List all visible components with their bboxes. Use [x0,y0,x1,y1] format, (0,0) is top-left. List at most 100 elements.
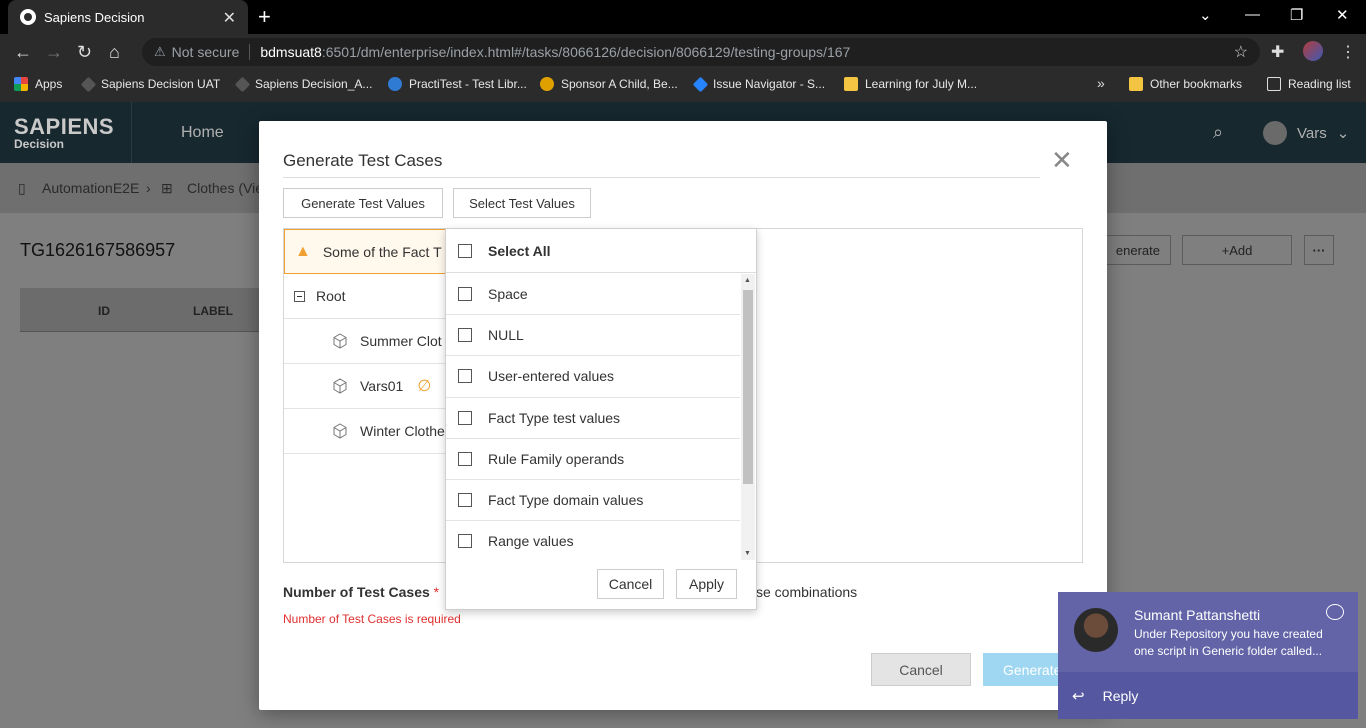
option-fact-type-test[interactable]: Fact Type test values [446,398,740,439]
checkbox[interactable] [458,369,472,384]
generate-test-values-button[interactable]: Generate Test Values [283,188,443,218]
option-space[interactable]: Space [446,274,740,316]
bookmark-label: Learning for July M... [865,77,978,91]
window-close-icon[interactable]: ✕ [1336,6,1349,24]
tree-item[interactable]: Summer Clot [284,319,446,364]
tree-root[interactable]: Root [284,274,446,319]
reading-list[interactable]: Reading list [1267,77,1351,91]
checkbox[interactable] [458,493,472,508]
grid-header: ID LABEL [20,288,260,332]
forward-icon[interactable]: → [45,42,63,63]
options-list: Space NULL User-entered values Fact Type… [446,274,740,560]
home-icon[interactable]: ⌂ [109,42,120,63]
col-label[interactable]: LABEL [193,304,233,318]
chrome-menu-icon[interactable]: ⋮ [1340,42,1356,62]
user-globe-icon [1263,121,1287,145]
folder-icon [1129,77,1143,91]
breadcrumb-item[interactable]: AutomationE2E [42,180,139,196]
add-button-bg[interactable]: +Add [1182,235,1292,265]
select-all-checkbox[interactable] [458,243,472,258]
scroll-thumb[interactable] [743,290,753,484]
breadcrumb-item[interactable]: Clothes (Vie [187,180,263,196]
cube-icon [333,423,347,439]
chevron-right-icon: › [146,180,151,196]
bookmark-star-icon[interactable]: ☆ [1234,42,1248,62]
checkbox[interactable] [458,328,472,343]
option-label: User-entered values [488,368,615,385]
select-all-option[interactable]: Select All [446,229,756,273]
bookmark-practitest[interactable]: PractiTest - Test Libr... [388,77,527,91]
tree-item[interactable]: Winter Clothe [284,409,446,454]
reading-list-icon [1267,77,1281,91]
more-button-bg[interactable]: ··· [1304,235,1334,265]
bookmark-sapiens-a[interactable]: Sapiens Decision_A... [234,76,373,92]
select-test-values-dropdown: Select All Space NULL User-entered value… [445,228,757,610]
bookmark-label: Sapiens Decision_A... [255,77,373,91]
option-user-entered[interactable]: User-entered values [446,356,740,398]
option-label: NULL [488,327,524,344]
user-menu[interactable]: Vars ⌄ [1263,121,1349,145]
col-id[interactable]: ID [98,304,110,318]
more-bookmarks-icon[interactable]: » [1097,75,1105,91]
minimize-icon[interactable]: — [1245,6,1260,23]
new-tab-icon[interactable]: + [258,4,271,30]
option-label: Rule Family operands [488,450,625,467]
tab-close-icon[interactable]: ✕ [223,8,236,28]
dropdown-cancel-button[interactable]: Cancel [597,569,664,599]
apps-grid-icon [14,77,28,91]
bookmark-learning[interactable]: Learning for July M... [844,77,977,91]
back-icon[interactable]: ← [14,42,32,63]
bookmark-label: Apps [35,77,63,91]
search-icon[interactable]: ⌕ [1213,122,1223,143]
tab-title: Sapiens Decision [44,9,145,25]
generate-button-bg[interactable]: enerate [1107,235,1171,265]
user-name: Vars [1297,124,1327,142]
option-rule-family[interactable]: Rule Family operands [446,439,740,480]
select-test-values-button[interactable]: Select Test Values [453,188,591,218]
checkbox[interactable] [458,451,472,466]
apply-button[interactable]: Apply [676,569,737,599]
bookmark-label: Issue Navigator - S... [713,77,826,91]
hierarchy-icon: ⊞ [161,180,173,196]
cancel-button[interactable]: Cancel [871,653,971,686]
scrollbar[interactable]: ▲ ▼ [741,274,755,560]
option-range[interactable]: Range values [446,521,740,560]
tab-search-icon[interactable]: ⌄ [1199,6,1212,24]
close-icon[interactable]: ✕ [1051,147,1073,173]
url-input[interactable]: ⚠ Not secure bdmsuat8 :6501/dm/enterpris… [142,38,1260,66]
collapse-icon[interactable] [294,290,305,302]
bookmark-apps[interactable]: Apps [14,77,62,91]
not-secure-label: Not secure [171,44,240,60]
profile-avatar[interactable] [1303,41,1323,61]
tree-item-label: Vars01 [360,378,404,394]
bookmark-issue-navigator[interactable]: Issue Navigator - S... [692,76,826,92]
nav-home[interactable]: Home [131,102,271,163]
reply-arrow-icon: ↩ [1072,687,1085,705]
tree-item-label: Winter Clothe [360,423,445,439]
extensions-puzzle-icon[interactable]: ✚ [1271,42,1284,62]
reload-icon[interactable]: ↻ [77,42,92,63]
url-host: bdmsuat8 [260,44,322,60]
scroll-down-icon[interactable]: ▼ [744,550,751,557]
restore-icon[interactable]: ❐ [1290,6,1303,24]
option-fact-type-domain[interactable]: Fact Type domain values [446,480,740,522]
bookmark-label: Other bookmarks [1150,77,1243,91]
bookmark-sponsor[interactable]: Sponsor A Child, Be... [540,77,678,91]
checkbox[interactable] [458,410,472,425]
folder-icon [844,77,858,91]
tree-item[interactable]: Vars01 ∅ [284,364,446,409]
browser-tab[interactable]: Sapiens Decision ✕ [8,0,248,34]
select-all-label: Select All [488,242,551,259]
checkbox[interactable] [458,534,472,549]
cube-icon [333,333,347,349]
bookmark-other[interactable]: Other bookmarks [1129,77,1242,91]
option-null[interactable]: NULL [446,315,740,357]
warning-banner: ▲ Some of the Fact T [284,229,454,274]
bookmark-sapiens-uat[interactable]: Sapiens Decision UAT [80,76,220,92]
scroll-up-icon[interactable]: ▲ [744,277,751,284]
pairwise-option-label[interactable]: se combinations [756,584,857,600]
chat-notification-toast[interactable]: Sumant Pattanshetti Under Repository you… [1058,592,1358,719]
reply-button[interactable]: ↩ Reply [1058,672,1358,719]
checkbox[interactable] [458,287,472,302]
dialog-title: Generate Test Cases [283,151,443,170]
